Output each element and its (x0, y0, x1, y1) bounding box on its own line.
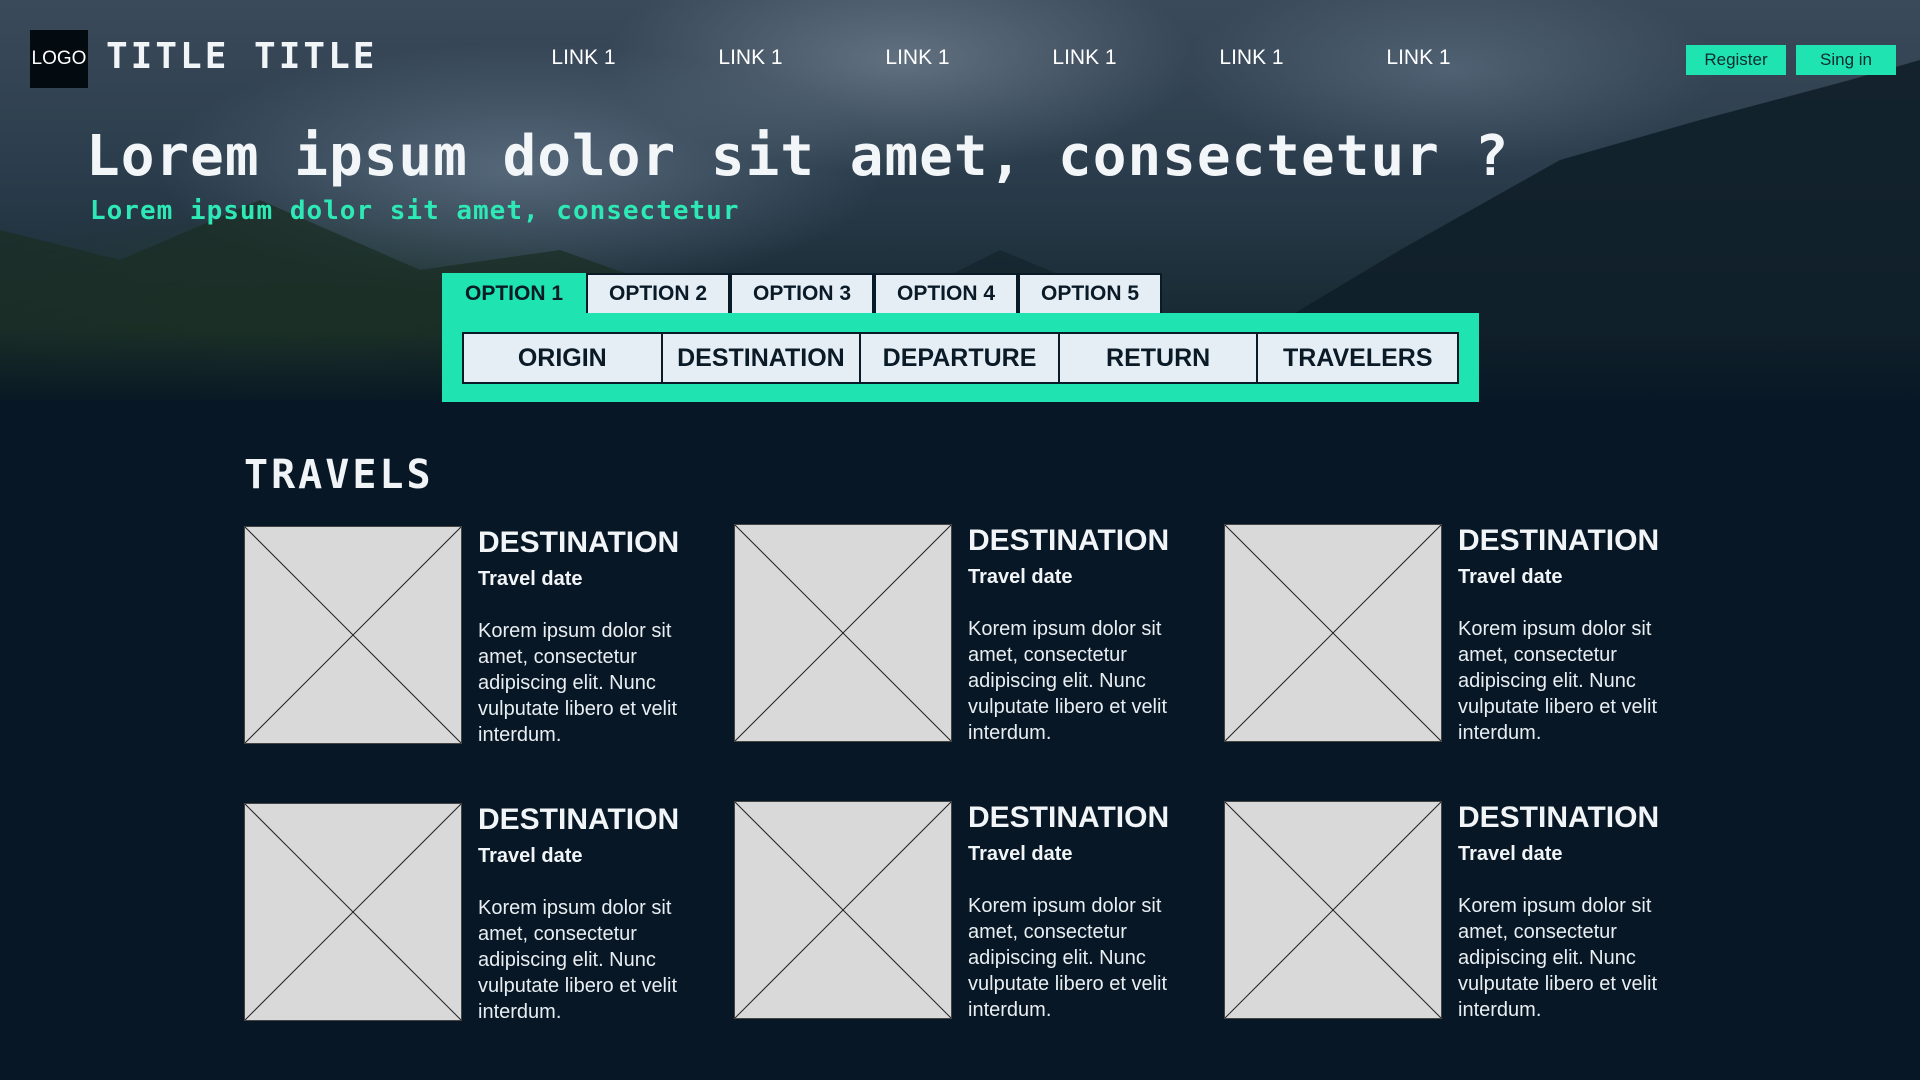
origin-field[interactable]: ORIGIN (464, 334, 663, 382)
card-destination: DESTINATION (968, 524, 1170, 557)
image-placeholder (734, 524, 952, 742)
image-placeholder (734, 801, 952, 1019)
nav-link-3[interactable]: LINK 1 (834, 46, 1001, 70)
nav-link-6[interactable]: LINK 1 (1335, 46, 1502, 70)
travel-card[interactable]: DESTINATION Travel date Korem ipsum dolo… (244, 803, 734, 1033)
card-destination: DESTINATION (1458, 801, 1660, 834)
search-panel: ORIGIN DESTINATION DEPARTURE RETURN TRAV… (442, 313, 1479, 402)
card-description: Korem ipsum dolor sit amet, consectetur … (968, 618, 1168, 744)
search-fields: ORIGIN DESTINATION DEPARTURE RETURN TRAV… (462, 332, 1459, 384)
card-description: Korem ipsum dolor sit amet, consectetur … (1458, 618, 1658, 744)
image-placeholder (1224, 801, 1442, 1019)
nav-link-4[interactable]: LINK 1 (1001, 46, 1168, 70)
card-travel-date: Travel date (478, 568, 583, 590)
nav-link-2[interactable]: LINK 1 (667, 46, 834, 70)
card-destination: DESTINATION (478, 526, 680, 559)
card-travel-date: Travel date (478, 845, 583, 867)
hero-subheadline: Lorem ipsum dolor sit amet, consectetur (90, 196, 740, 226)
card-destination: DESTINATION (968, 801, 1170, 834)
site-title: TITLE TITLE (106, 36, 378, 77)
return-field[interactable]: RETURN (1059, 334, 1259, 382)
card-travel-date: Travel date (968, 843, 1073, 865)
tab-option-4[interactable]: OPTION 4 (874, 273, 1018, 313)
card-travel-date: Travel date (968, 566, 1073, 588)
image-placeholder (1224, 524, 1442, 742)
tab-option-5[interactable]: OPTION 5 (1018, 273, 1162, 313)
card-travel-date: Travel date (1458, 843, 1563, 865)
travel-card[interactable]: DESTINATION Travel date Korem ipsum dolo… (734, 524, 1224, 754)
hero-headline: Lorem ipsum dolor sit amet, consectetur … (86, 124, 1510, 189)
card-description: Korem ipsum dolor sit amet, consectetur … (478, 620, 678, 746)
card-description: Korem ipsum dolor sit amet, consectetur … (478, 897, 678, 1023)
card-description: Korem ipsum dolor sit amet, consectetur … (968, 895, 1168, 1021)
main-nav: LINK 1 LINK 1 LINK 1 LINK 1 LINK 1 LINK … (500, 46, 1502, 70)
travel-card[interactable]: DESTINATION Travel date Korem ipsum dolo… (244, 526, 734, 756)
image-placeholder (244, 803, 462, 1021)
card-description: Korem ipsum dolor sit amet, consectetur … (1458, 895, 1658, 1021)
card-destination: DESTINATION (1458, 524, 1660, 557)
destination-field[interactable]: DESTINATION (662, 334, 862, 382)
register-button[interactable]: Register (1686, 45, 1786, 75)
image-placeholder (244, 526, 462, 744)
travelers-field[interactable]: TRAVELERS (1258, 334, 1458, 382)
card-destination: DESTINATION (478, 803, 680, 836)
departure-field[interactable]: DEPARTURE (861, 334, 1060, 382)
travel-card[interactable]: DESTINATION Travel date Korem ipsum dolo… (1224, 524, 1714, 754)
travels-heading: TRAVELS (244, 452, 434, 498)
tab-option-3[interactable]: OPTION 3 (730, 273, 874, 313)
tab-option-1[interactable]: OPTION 1 (442, 273, 586, 313)
travel-card[interactable]: DESTINATION Travel date Korem ipsum dolo… (734, 801, 1224, 1031)
travel-card[interactable]: DESTINATION Travel date Korem ipsum dolo… (1224, 801, 1714, 1031)
tab-option-2[interactable]: OPTION 2 (586, 273, 730, 313)
auth-buttons: Register Sing in (1686, 45, 1896, 75)
sign-in-button[interactable]: Sing in (1796, 45, 1896, 75)
nav-link-1[interactable]: LINK 1 (500, 46, 667, 70)
card-travel-date: Travel date (1458, 566, 1563, 588)
logo[interactable]: LOGO (30, 30, 88, 88)
search-tabs: OPTION 1 OPTION 2 OPTION 3 OPTION 4 OPTI… (442, 273, 1162, 313)
nav-link-5[interactable]: LINK 1 (1168, 46, 1335, 70)
